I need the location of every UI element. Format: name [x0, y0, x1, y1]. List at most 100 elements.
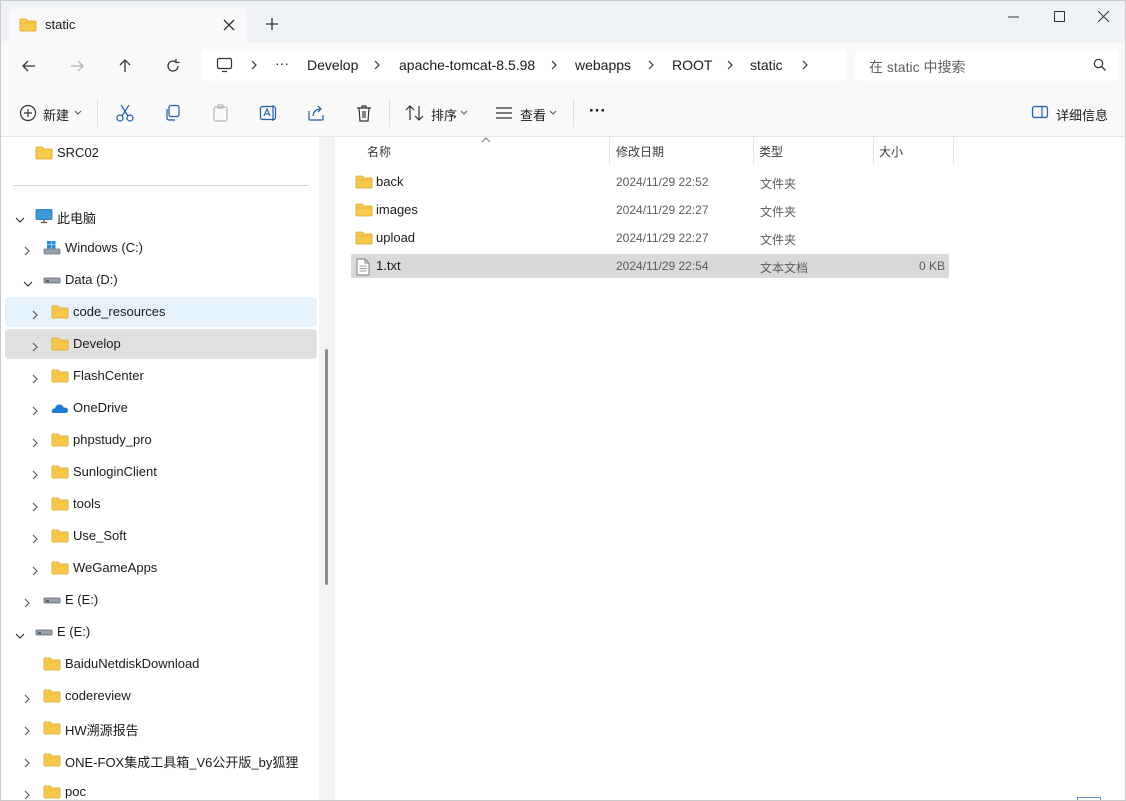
view-button[interactable]: 查看: [493, 99, 563, 127]
navigation-scrollbar[interactable]: [319, 137, 335, 800]
sidebar-item-sunloginclient[interactable]: SunloginClient: [5, 457, 317, 487]
sidebar-item-tools[interactable]: tools: [5, 489, 317, 519]
share-button[interactable]: [305, 99, 329, 127]
sidebar-item-src02[interactable]: SRC02: [5, 138, 317, 168]
file-row-images[interactable]: images 2024/11/29 22:27 文件夹: [351, 198, 949, 222]
close-button[interactable]: [1081, 3, 1125, 31]
chevron-right-icon[interactable]: [23, 244, 31, 259]
column-size-label: 大小: [879, 145, 904, 159]
sidebar-item-e-e[interactable]: E (E:): [5, 585, 317, 615]
chevron-right-icon[interactable]: [31, 564, 39, 579]
rename-icon: [259, 105, 277, 121]
file-type: 文本文档: [760, 261, 809, 275]
breadcrumb[interactable]: ··· Develop apache-tomcat-8.5.98 webapps…: [202, 49, 846, 81]
breadcrumb-item-webapps[interactable]: webapps: [575, 57, 631, 73]
refresh-button[interactable]: [158, 52, 188, 80]
sidebar-item-label: Use_Soft: [73, 528, 127, 543]
breadcrumb-more[interactable]: ···: [275, 55, 289, 71]
navigation-pane: SRC02 此电脑 Windows (C:) Data (D:) code_resou…: [1, 137, 319, 800]
breadcrumb-item-root[interactable]: ROOT: [672, 57, 712, 73]
chevron-down-icon[interactable]: [15, 212, 25, 227]
breadcrumb-item-tomcat[interactable]: apache-tomcat-8.5.98: [399, 57, 535, 73]
trash-icon: [357, 105, 371, 122]
more-options-button[interactable]: ···: [585, 99, 613, 127]
sidebar-item-windows-c[interactable]: Windows (C:): [5, 233, 317, 263]
sidebar-item-label: codereview: [65, 688, 131, 703]
chevron-right-icon[interactable]: [31, 308, 39, 323]
column-header-date[interactable]: 修改日期: [610, 137, 753, 165]
sidebar-item-code-resources[interactable]: code_resources: [5, 297, 317, 327]
breadcrumb-item-develop[interactable]: Develop: [307, 57, 358, 73]
sidebar-item-flashcenter[interactable]: FlashCenter: [5, 361, 317, 391]
computer-icon[interactable]: [216, 57, 234, 76]
sidebar-item-use-soft[interactable]: Use_Soft: [5, 521, 317, 551]
search-icon[interactable]: [1093, 58, 1107, 75]
status-view-toggle[interactable]: [1077, 797, 1101, 800]
forward-icon: [71, 60, 84, 72]
rename-button[interactable]: [257, 99, 281, 127]
file-row-back[interactable]: back 2024/11/29 22:52 文件夹: [351, 170, 949, 194]
tab-close-icon[interactable]: [217, 13, 241, 37]
column-divider[interactable]: [953, 137, 954, 165]
sidebar-item-wegameapps[interactable]: WeGameApps: [5, 553, 317, 583]
back-icon: [22, 60, 35, 72]
chevron-down-icon[interactable]: [23, 276, 33, 291]
chevron-right-icon[interactable]: [31, 500, 39, 515]
new-tab-button[interactable]: [259, 11, 285, 37]
new-button[interactable]: 新建: [15, 99, 85, 127]
chevron-right-icon[interactable]: [23, 692, 31, 707]
details-button[interactable]: 详细信息: [1027, 99, 1109, 127]
forward-button[interactable]: [62, 52, 92, 80]
chevron-right-icon[interactable]: [31, 468, 39, 483]
chevron-right-icon[interactable]: [23, 596, 31, 611]
paste-button[interactable]: [209, 99, 233, 127]
minimize-button[interactable]: [991, 3, 1037, 31]
chevron-right-icon: [251, 60, 257, 70]
chevron-right-icon[interactable]: [31, 436, 39, 451]
file-row-1-txt[interactable]: 1.txt 2024/11/29 22:54 文本文档 0 KB: [351, 254, 949, 278]
sidebar-item-e-e[interactable]: E (E:): [5, 617, 317, 647]
chevron-right-icon[interactable]: [31, 340, 39, 355]
onedrive-icon: [51, 400, 69, 419]
back-button[interactable]: [14, 52, 44, 80]
new-label: 新建: [43, 108, 70, 123]
sidebar-item-baidunetdiskdownload[interactable]: BaiduNetdiskDownload: [5, 649, 317, 679]
sort-button[interactable]: 排序: [403, 99, 473, 127]
sidebar-item-hw[interactable]: HW溯源报告: [5, 713, 317, 743]
sidebar-item-one-fox-v6-by[interactable]: ONE-FOX集成工具箱_V6公开版_by狐狸: [5, 745, 317, 775]
sidebar-item-label: Windows (C:): [65, 240, 144, 255]
sidebar-item-label: Data (D:): [65, 272, 118, 287]
file-row-upload[interactable]: upload 2024/11/29 22:27 文件夹: [351, 226, 949, 250]
sidebar-item-onedrive[interactable]: OneDrive: [5, 393, 317, 423]
scrollbar-thumb[interactable]: [325, 349, 328, 585]
sidebar-item-item[interactable]: 此电脑: [5, 201, 317, 231]
breadcrumb-item-static[interactable]: static: [750, 57, 783, 73]
chevron-right-icon[interactable]: [31, 532, 39, 547]
delete-button[interactable]: [353, 99, 377, 127]
maximize-button[interactable]: [1037, 3, 1083, 31]
sidebar-item-develop[interactable]: Develop: [5, 329, 317, 359]
up-icon: [119, 59, 131, 72]
up-button[interactable]: [110, 52, 140, 80]
copy-button[interactable]: [161, 99, 185, 127]
chevron-right-icon[interactable]: [31, 404, 39, 419]
folder-icon: [51, 464, 69, 483]
tab-static[interactable]: static: [9, 7, 247, 43]
chevron-right-icon[interactable]: [23, 756, 31, 771]
file-date: 2024/11/29 22:52: [616, 175, 709, 189]
chevron-down-icon[interactable]: [15, 628, 25, 643]
search-input[interactable]: 在 static 中搜索: [869, 57, 965, 77]
sidebar-item-data-d[interactable]: Data (D:): [5, 265, 317, 295]
column-header-size[interactable]: 大小: [874, 137, 953, 165]
column-header-name[interactable]: 名称: [351, 137, 609, 165]
sidebar-item-label: FlashCenter: [73, 368, 144, 383]
column-header-type[interactable]: 类型: [754, 137, 873, 165]
chevron-right-icon[interactable]: [31, 372, 39, 387]
chevron-right-icon[interactable]: [23, 724, 31, 739]
search-box[interactable]: 在 static 中搜索: [855, 49, 1119, 81]
sidebar-item-poc[interactable]: poc: [5, 777, 317, 800]
cut-button[interactable]: [113, 99, 137, 127]
sidebar-item-phpstudy-pro[interactable]: phpstudy_pro: [5, 425, 317, 455]
chevron-right-icon[interactable]: [23, 788, 31, 800]
sidebar-item-codereview[interactable]: codereview: [5, 681, 317, 711]
